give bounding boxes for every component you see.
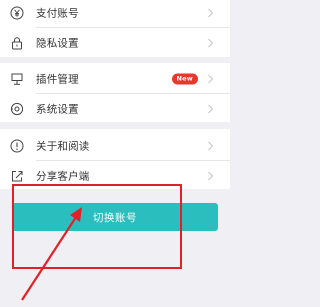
- share-icon: [10, 169, 24, 183]
- settings-screen: 支付账号 隐私设置 插件管理 New 系统设置 关于和阅读 分享客户端 切换账号: [0, 0, 230, 307]
- menu-item-about-and-reading[interactable]: 关于和阅读: [0, 131, 230, 160]
- menu-item-label: 系统设置: [36, 103, 79, 115]
- menu-item-label: 插件管理: [36, 73, 79, 85]
- menu-item-system-settings[interactable]: 系统设置: [0, 94, 230, 123]
- chevron-right-icon: [208, 74, 214, 83]
- account-settings-group: 支付账号 隐私设置: [0, 0, 230, 57]
- menu-item-privacy-settings[interactable]: 隐私设置: [0, 28, 230, 57]
- chevron-right-icon: [208, 141, 214, 150]
- menu-item-payment-account[interactable]: 支付账号: [0, 0, 230, 27]
- chevron-right-icon: [208, 171, 214, 180]
- yen-circle-icon: [10, 6, 24, 20]
- menu-item-plugin-management[interactable]: 插件管理 New: [0, 64, 230, 93]
- switch-account-button[interactable]: 切换账号: [12, 203, 218, 231]
- system-settings-group: 插件管理 New 系统设置: [0, 63, 230, 122]
- gear-icon: [10, 102, 24, 116]
- menu-item-label: 关于和阅读: [36, 140, 90, 152]
- chevron-right-icon: [208, 104, 214, 113]
- menu-item-label: 分享客户端: [36, 170, 90, 182]
- lock-icon: [10, 36, 24, 50]
- menu-item-label: 隐私设置: [36, 37, 79, 49]
- chevron-right-icon: [208, 38, 214, 47]
- about-group: 关于和阅读 分享客户端: [0, 129, 230, 189]
- info-circle-icon: [10, 139, 24, 153]
- chevron-right-icon: [208, 8, 214, 17]
- new-badge: New: [171, 73, 198, 84]
- menu-item-share-client[interactable]: 分享客户端: [0, 161, 230, 190]
- plugin-icon: [10, 72, 24, 86]
- menu-item-label: 支付账号: [36, 7, 79, 19]
